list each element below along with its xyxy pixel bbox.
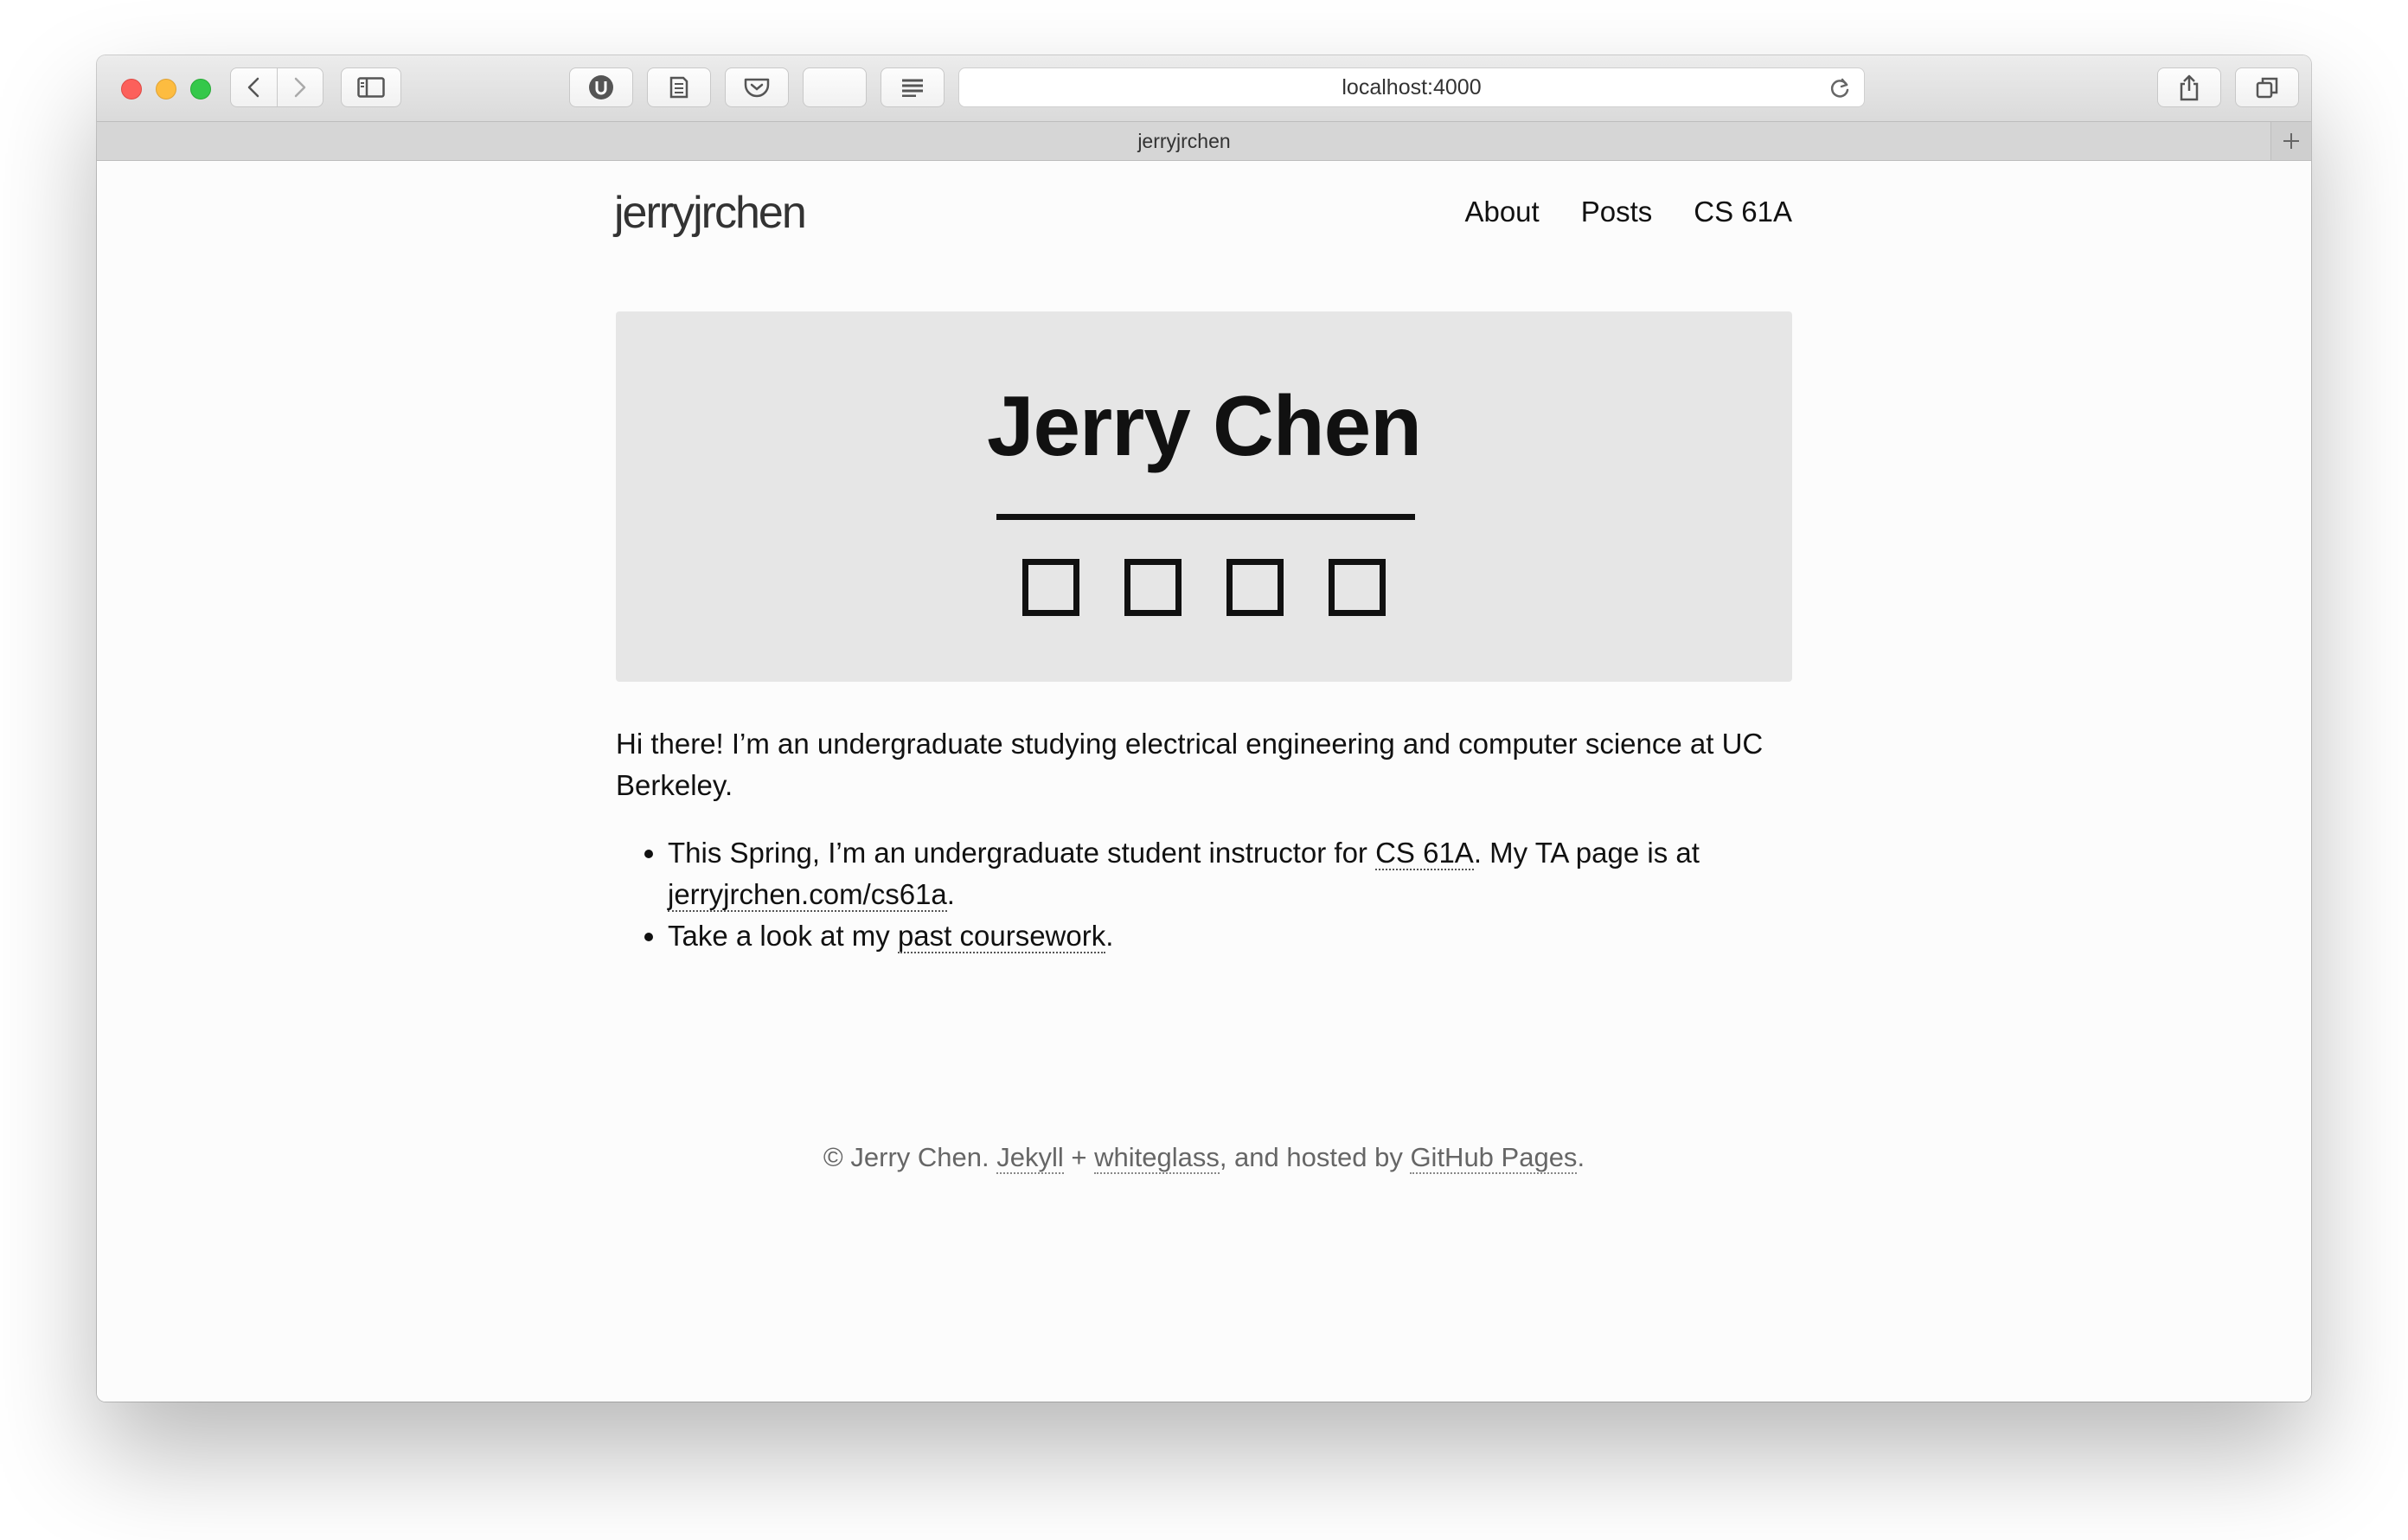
- bullet-text: This Spring, I’m an undergraduate studen…: [668, 837, 1376, 869]
- pocket-icon: [744, 78, 770, 98]
- ta-page-link[interactable]: jerryjrchen.com/cs61a: [668, 878, 947, 912]
- plus-icon: [2283, 133, 2299, 149]
- text-lines-icon: [902, 79, 923, 97]
- chevron-right-icon: [294, 77, 305, 98]
- list-item: This Spring, I’m an undergraduate studen…: [668, 832, 1792, 915]
- bullet-text: .: [946, 878, 955, 910]
- share-icon: [2180, 74, 2199, 101]
- web-page: jerryjrchen About Posts CS 61A Jerry Che…: [97, 161, 2311, 1402]
- ublock-extension-button[interactable]: [569, 67, 633, 107]
- reader-extension-button[interactable]: [647, 67, 711, 107]
- pocket-extension-button[interactable]: [725, 67, 789, 107]
- bullet-text: Take a look at my: [668, 920, 898, 952]
- reader-view-button[interactable]: [881, 67, 945, 107]
- book-icon: [669, 76, 688, 99]
- maximize-window-button[interactable]: [190, 79, 211, 99]
- whiteglass-link[interactable]: whiteglass: [1094, 1142, 1220, 1174]
- bullet-text: .: [1105, 920, 1114, 952]
- footer-text: +: [1063, 1142, 1095, 1172]
- browser-toolbar: localhost:4000: [97, 55, 2311, 121]
- tab-active[interactable]: jerryjrchen: [97, 122, 2271, 160]
- extension-button[interactable]: [803, 67, 867, 107]
- minimize-window-button[interactable]: [156, 79, 176, 99]
- tabs-icon: [2256, 77, 2278, 99]
- tabs-overview-button[interactable]: [2235, 67, 2299, 107]
- missing-glyph-icon[interactable]: [1022, 559, 1079, 616]
- reload-icon: [1830, 78, 1849, 98]
- history-nav: [230, 67, 323, 107]
- tab-bar: jerryjrchen: [97, 121, 2311, 161]
- reload-button[interactable]: [1828, 76, 1852, 105]
- browser-window: localhost:4000 jerryjrchen jerryjrchen A…: [97, 55, 2311, 1402]
- site-footer: © Jerry Chen. Jekyll + whiteglass, and h…: [97, 1142, 2311, 1174]
- back-button[interactable]: [231, 68, 277, 106]
- sidebar-button[interactable]: [341, 67, 401, 107]
- close-window-button[interactable]: [121, 79, 142, 99]
- share-button[interactable]: [2157, 67, 2221, 107]
- nav-link-cs61a[interactable]: CS 61A: [1694, 196, 1792, 228]
- missing-glyph-icon[interactable]: [1329, 559, 1386, 616]
- address-bar[interactable]: localhost:4000: [958, 67, 1865, 107]
- sidebar-icon: [357, 77, 385, 98]
- forward-button[interactable]: [276, 68, 323, 106]
- hero-name: Jerry Chen: [986, 378, 1422, 473]
- coursework-link[interactable]: past coursework: [897, 920, 1106, 953]
- bullet-list: This Spring, I’m an undergraduate studen…: [616, 832, 1792, 957]
- nav-link-about[interactable]: About: [1464, 196, 1539, 228]
- site-nav: About Posts CS 61A: [1464, 196, 1792, 228]
- hero-divider: [996, 514, 1415, 520]
- list-item: Take a look at my past coursework.: [668, 915, 1792, 957]
- social-icons: [616, 559, 1792, 616]
- chevron-left-icon: [248, 77, 259, 98]
- new-tab-button[interactable]: [2270, 122, 2311, 160]
- main-content: Hi there! I’m an undergraduate studying …: [616, 723, 1792, 957]
- footer-text: , and hosted by: [1219, 1142, 1411, 1172]
- ublock-icon: [589, 75, 613, 99]
- footer-text: .: [1577, 1142, 1585, 1172]
- cs61a-link[interactable]: CS 61A: [1375, 837, 1474, 870]
- bullet-text: . My TA page is at: [1473, 837, 1700, 869]
- github-pages-link[interactable]: GitHub Pages: [1410, 1142, 1578, 1174]
- missing-glyph-icon[interactable]: [1226, 559, 1284, 616]
- site-title-link[interactable]: jerryjrchen: [614, 187, 807, 239]
- footer-text: © Jerry Chen.: [823, 1142, 997, 1172]
- nav-link-posts[interactable]: Posts: [1581, 196, 1653, 228]
- intro-paragraph: Hi there! I’m an undergraduate studying …: [616, 728, 1764, 801]
- jekyll-link[interactable]: Jekyll: [996, 1142, 1064, 1174]
- url-text: localhost:4000: [1342, 74, 1482, 99]
- missing-glyph-icon[interactable]: [1124, 559, 1182, 616]
- hero-banner: Jerry Chen: [616, 311, 1792, 682]
